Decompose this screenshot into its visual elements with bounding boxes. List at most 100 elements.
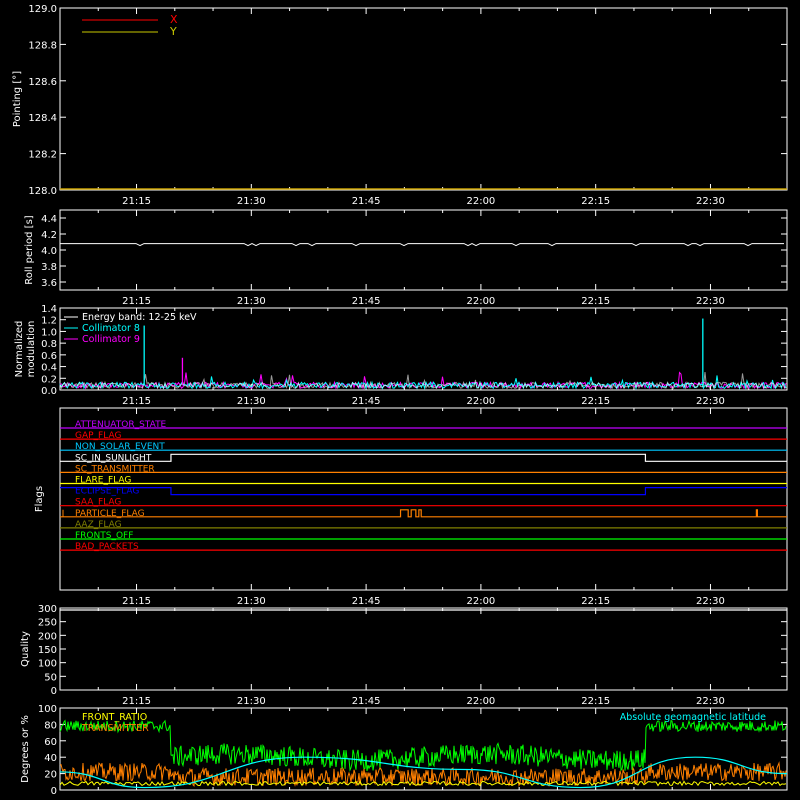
chart-stage: 21:15 21:30 21:45 22:00 22:15 22:30 129.0 128.8… xyxy=(0,0,800,800)
x-tick-label: 22:15 xyxy=(581,196,610,207)
y-tick-label: 50 xyxy=(44,672,57,683)
quality-panel-frame xyxy=(59,607,788,691)
front-ratio-trace xyxy=(59,780,787,787)
x-tick-label: 22:15 xyxy=(581,396,610,407)
x-tick-label: 22:00 xyxy=(466,396,495,407)
y-tick-label: 0.2 xyxy=(41,374,57,385)
legend-geomagnetic-latitude: Absolute geomagnetic latitude xyxy=(620,712,766,723)
modulation-legend-label: Collimator 8 xyxy=(82,323,140,334)
roll-panel-frame xyxy=(59,209,788,291)
x-tick-label: 21:45 xyxy=(352,696,381,707)
x-tick-label: 21:15 xyxy=(122,696,151,707)
x-tick-label: 21:45 xyxy=(352,196,381,207)
x-tick-label: 21:30 xyxy=(237,596,266,607)
x-tick-label: 21:45 xyxy=(352,396,381,407)
flag-label-sc-transmitter: SC_TRANSMITTER xyxy=(75,464,155,474)
y-axis-label: Flags xyxy=(34,486,45,512)
x-tick-label: 21:15 xyxy=(122,196,151,207)
x-tick-label: 21:15 xyxy=(122,396,151,407)
y-tick-label: 100 xyxy=(38,704,57,715)
y-tick-label: 3.6 xyxy=(41,278,57,289)
flag-label-bad-packets: BAD_PACKETS xyxy=(75,542,139,552)
legend-transmitter: TRANSMITTER xyxy=(81,723,149,734)
x-tick-label: 22:30 xyxy=(696,296,725,307)
flags-panel-frame xyxy=(59,407,788,591)
y-tick-label: 4.4 xyxy=(41,214,57,225)
x-tick-label: 22:00 xyxy=(466,296,495,307)
x-tick-label: 22:00 xyxy=(466,696,495,707)
y-tick-label: 4.2 xyxy=(41,230,57,241)
y-tick-label: 0.8 xyxy=(41,339,57,350)
y-tick-label: 128.4 xyxy=(28,113,57,124)
y-tick-label: 0 xyxy=(51,786,57,797)
y-tick-label: 40 xyxy=(44,753,57,764)
flag-line-particle-flag xyxy=(60,509,787,518)
flag-label-particle-flag: PARTICLE_FLAG xyxy=(75,509,145,519)
flag-label-aaz-flag: AAZ_FLAG xyxy=(75,520,122,530)
y-axis-label-line1: Normalized xyxy=(14,321,25,378)
x-tick-label: 21:45 xyxy=(352,296,381,307)
x-tick-label: 21:30 xyxy=(237,296,266,307)
flag-label-saa-flag: SAA_FLAG xyxy=(75,498,121,508)
y-tick-label: 128.6 xyxy=(28,77,57,88)
x-tick-label: 22:15 xyxy=(581,596,610,607)
y-tick-label: 0.0 xyxy=(41,386,57,397)
y-tick-label: 128.2 xyxy=(28,150,57,161)
y-tick-label: 0.6 xyxy=(41,351,57,362)
x-tick-label: 21:15 xyxy=(122,296,151,307)
y-tick-label: 128.0 xyxy=(28,186,57,197)
y-tick-label: 100 xyxy=(38,659,57,670)
y-axis-label: Degrees or % xyxy=(20,715,31,783)
roll-period-line xyxy=(60,243,784,247)
modulation-legend-label: Collimator 9 xyxy=(82,334,140,345)
y-tick-label: 1.2 xyxy=(41,316,57,327)
x-tick-label: 22:30 xyxy=(696,196,725,207)
y-tick-label: 60 xyxy=(44,737,57,748)
x-tick-label: 21:15 xyxy=(122,596,151,607)
modulation-trace-1 xyxy=(59,375,787,391)
x-tick-label: 22:30 xyxy=(696,396,725,407)
x-tick-label: 21:30 xyxy=(237,196,266,207)
y-tick-label: 128.8 xyxy=(28,40,57,51)
y-tick-label: 129.0 xyxy=(28,4,57,15)
flag-label-fronts-off: FRONTS_OFF xyxy=(75,531,133,541)
flag-label-gap-flag: GAP_FLAG xyxy=(75,431,121,441)
x-tick-label: 22:00 xyxy=(466,596,495,607)
plot-canvas: 21:15 21:30 21:45 22:00 22:15 22:30 129.0 128.8… xyxy=(12,4,788,797)
y-tick-label: 20 xyxy=(44,770,57,781)
flag-label-flare-flag: FLARE_FLAG xyxy=(75,476,131,486)
y-tick-label: 0.4 xyxy=(41,363,57,374)
y-axis-label: Quality xyxy=(20,631,31,667)
flag-line-sc-in-sunlight xyxy=(60,453,787,462)
flag-label-non-solar-event: NON_SOLAR_EVENT xyxy=(75,442,165,452)
modulation-legend-label: Energy band: 12-25 keV xyxy=(82,312,197,323)
legend-front-ratio: FRONT_RATIO xyxy=(82,712,147,723)
x-tick-label: 21:30 xyxy=(237,396,266,407)
y-tick-label: 250 xyxy=(38,618,57,629)
x-tick-label: 22:15 xyxy=(581,296,610,307)
flag-line-eclipse-flag xyxy=(60,487,787,496)
y-tick-label: 1.4 xyxy=(41,304,57,315)
y-tick-label: 0 xyxy=(51,686,57,697)
flag-label-sc-in-sunlight: SC_IN_SUNLIGHT xyxy=(75,453,152,463)
y-axis-label-line2: modulation xyxy=(26,321,37,378)
flag-label-attenuator-state: ATTENUATOR_STATE xyxy=(75,420,167,430)
y-tick-label: 300 xyxy=(38,604,57,615)
x-tick-label: 21:30 xyxy=(237,696,266,707)
x-tick-label: 22:15 xyxy=(581,696,610,707)
x-tick-label: 22:30 xyxy=(696,596,725,607)
legend-label-y: Y xyxy=(169,25,177,38)
flag-label-eclipse-flag: ECLIPSE_FLAG xyxy=(75,487,139,497)
y-tick-label: 4.0 xyxy=(41,246,57,257)
y-tick-label: 80 xyxy=(44,720,57,731)
y-tick-label: 1.0 xyxy=(41,327,57,338)
y-tick-label: 150 xyxy=(38,645,57,656)
x-tick-label: 22:00 xyxy=(466,196,495,207)
y-axis-label: Roll period [s] xyxy=(24,215,35,284)
x-tick-label: 21:45 xyxy=(352,596,381,607)
y-tick-label: 3.8 xyxy=(41,262,57,273)
x-tick-label: 22:30 xyxy=(696,696,725,707)
y-axis-label: Pointing [°] xyxy=(12,71,23,127)
y-tick-label: 200 xyxy=(38,631,57,642)
green-trace xyxy=(59,719,787,772)
